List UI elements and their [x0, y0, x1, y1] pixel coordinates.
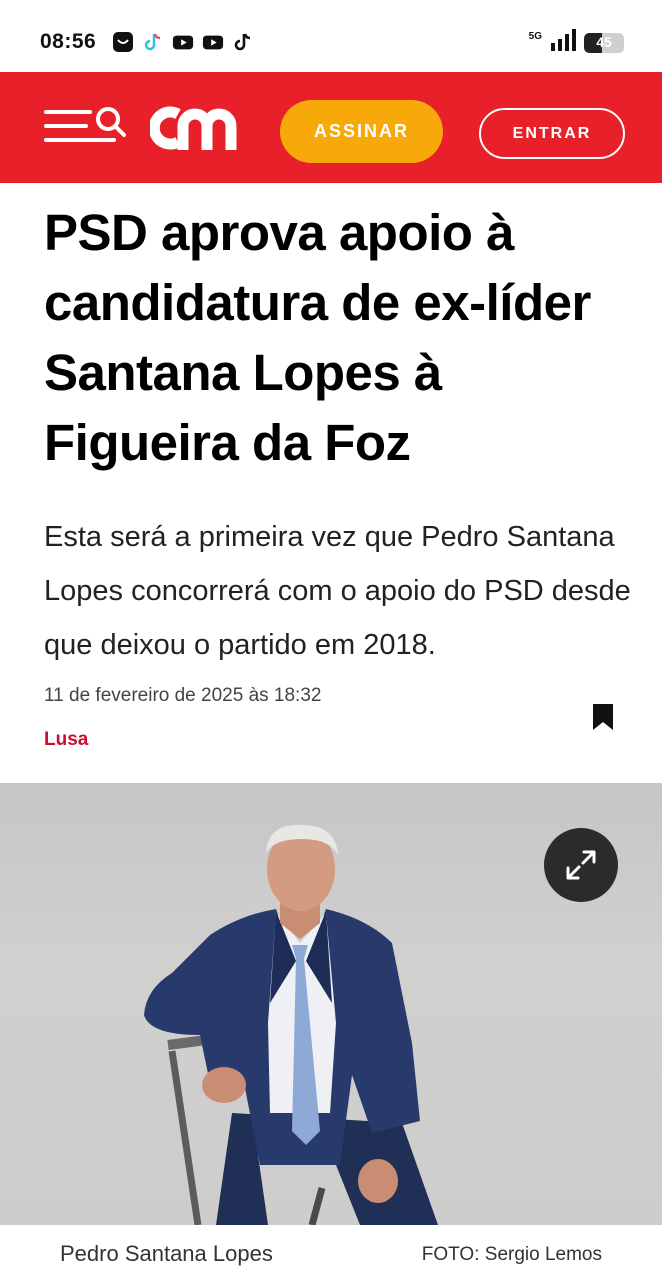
youtube-icon	[172, 31, 194, 53]
article-headline: PSD aprova apoio à candidatura de ex-líd…	[44, 204, 591, 471]
battery-icon: 45	[584, 32, 624, 53]
article-photo[interactable]	[0, 783, 662, 1225]
article-lead: Esta será a primeira vez que Pedro Santa…	[44, 521, 631, 661]
notification-icons	[112, 31, 254, 53]
system-status: 5G 45	[529, 29, 624, 56]
youtube-icon	[202, 31, 224, 53]
expand-photo-button[interactable]	[544, 828, 618, 902]
subscribe-button[interactable]: ASSINAR	[280, 100, 443, 163]
expand-icon	[566, 850, 596, 880]
article-date: 11 de fevereiro de 2025 às 18:32	[44, 685, 322, 706]
bookmark-button[interactable]	[591, 702, 615, 732]
menu-search-button[interactable]	[44, 104, 128, 152]
photo-credit: FOTO: Sergio Lemos	[421, 1244, 602, 1265]
cm-logo[interactable]	[148, 106, 242, 150]
network-type: 5G	[528, 31, 542, 42]
photo-caption-bar: Pedro Santana Lopes FOTO: Sergio Lemos	[0, 1225, 662, 1280]
article-author[interactable]: Lusa	[44, 729, 88, 751]
signal-icon	[550, 29, 576, 56]
battery-percent: 45	[596, 33, 612, 50]
tiktok-icon	[142, 31, 164, 53]
site-header: ASSINAR ENTRAR	[0, 72, 662, 183]
tiktok-icon	[232, 31, 254, 53]
status-bar: 08:56 5G 45	[0, 0, 662, 72]
login-button[interactable]: ENTRAR	[479, 108, 625, 159]
photo-caption: Pedro Santana Lopes	[60, 1241, 273, 1266]
shopping-app-icon	[112, 31, 134, 53]
menu-search-icon	[44, 107, 126, 142]
status-time: 08:56	[40, 30, 97, 53]
bookmark-icon	[593, 704, 613, 730]
